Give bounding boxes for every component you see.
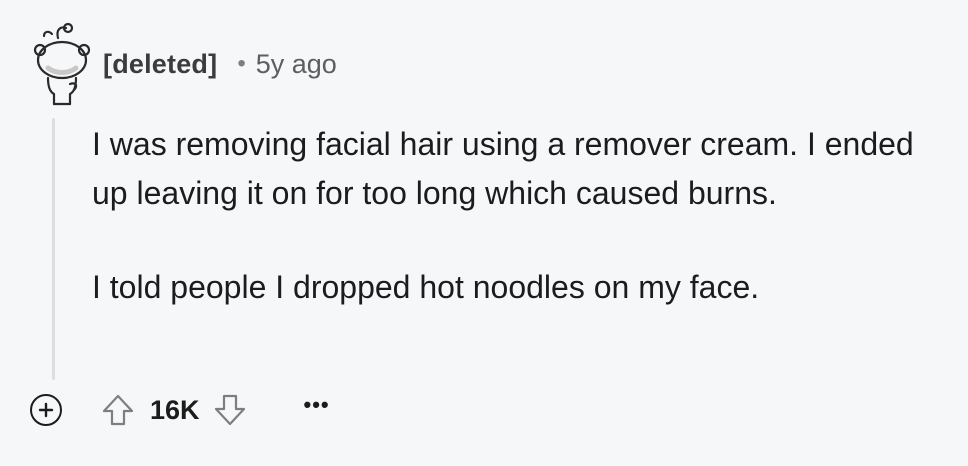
- comment-body: I was removing facial hair using a remov…: [92, 120, 952, 312]
- timestamp[interactable]: 5y ago: [256, 49, 337, 80]
- author-name[interactable]: [deleted]: [103, 49, 217, 80]
- comment-paragraph: I was removing facial hair using a remov…: [92, 126, 914, 211]
- comment-paragraph: I told people I dropped hot noodles on m…: [92, 269, 760, 305]
- avatar-icon[interactable]: [30, 20, 94, 106]
- arrow-down-icon: [214, 394, 245, 426]
- upvote-button[interactable]: [100, 392, 136, 428]
- arrow-up-icon: [102, 394, 134, 426]
- separator-dot: •: [237, 50, 246, 77]
- comment: [deleted] • 5y ago I was removing facial…: [0, 0, 968, 466]
- plus-icon: [38, 402, 54, 418]
- downvote-button[interactable]: [212, 392, 248, 428]
- comment-meta: [deleted] • 5y ago: [103, 44, 337, 84]
- vote-score: 16K: [150, 394, 200, 425]
- comment-actions: 16K •••: [30, 388, 330, 432]
- thread-line[interactable]: [52, 118, 55, 380]
- more-options-button[interactable]: •••: [304, 392, 330, 418]
- expand-button[interactable]: [30, 394, 62, 426]
